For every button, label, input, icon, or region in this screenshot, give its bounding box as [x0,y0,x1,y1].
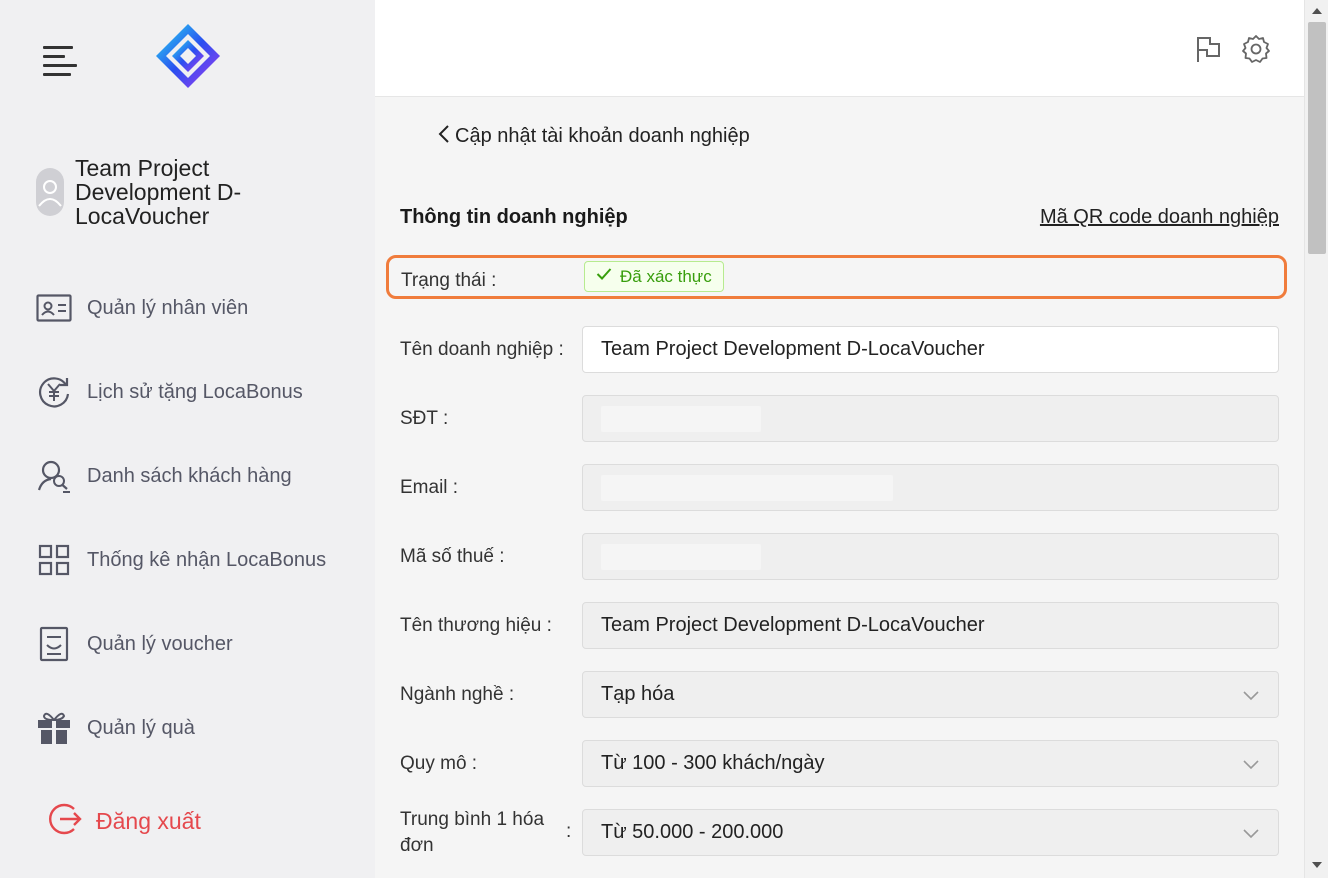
row-industry: Ngành nghề : Tạp hóa [400,671,1280,718]
redacted-value [601,543,761,570]
back-button[interactable]: Cập nhật tài khoản doanh nghiệp [437,124,750,149]
row-email: Email : [400,464,1280,511]
business-name-input[interactable]: Team Project Development D-LocaVoucher [582,326,1279,373]
scale-label: Quy mô [400,752,467,774]
scroll-down-arrow-icon[interactable] [1312,862,1322,868]
row-business-name: Tên doanh nghiệp : Team Project Developm… [400,326,1280,373]
app-logo[interactable] [152,20,224,92]
logout-button[interactable]: Đăng xuất [46,800,201,843]
chevron-down-icon [1242,755,1260,773]
phone-label: SĐT [400,407,438,429]
sidebar: Team Project Development D-LocaVoucher Q… [0,0,375,878]
logout-icon [46,800,84,843]
avg-invoice-select[interactable]: Từ 50.000 - 200.000 [582,809,1279,856]
flag-icon[interactable] [1193,34,1223,64]
avg-invoice-label: Trung bình 1 hóa đơn [400,809,545,856]
row-tax-code: Mã số thuế : [400,533,1280,580]
voucher-icon [34,624,74,664]
business-name-label: Tên doanh nghiệp [400,338,554,360]
sidebar-menu: Quản lý nhân viên Lịch sử tặng LocaBonus… [34,266,364,770]
id-card-icon [34,288,74,328]
industry-label: Ngành nghề [400,683,504,705]
gear-icon[interactable] [1241,34,1271,64]
scroll-up-arrow-icon[interactable] [1312,8,1322,14]
profile-name: Team Project Development D-LocaVoucher [75,155,242,229]
top-header [375,0,1304,97]
brand-name-label: Tên thương hiệu [400,614,542,636]
chevron-left-icon [437,124,451,149]
qr-code-link[interactable]: Mã QR code doanh nghiệp [1040,206,1279,229]
sidebar-item-customers[interactable]: Danh sách khách hàng [34,434,364,518]
check-icon [596,267,612,286]
phone-field[interactable] [582,395,1279,442]
customer-search-icon [34,456,74,496]
tax-code-label: Mã số thuế [400,545,494,567]
email-field[interactable] [582,464,1279,511]
redacted-value [601,474,893,501]
avatar [36,168,64,216]
email-label: Email [400,476,448,498]
sidebar-item-bonus-history[interactable]: Lịch sử tặng LocaBonus [34,350,364,434]
verified-status-badge: Đã xác thực [584,261,724,292]
industry-select[interactable]: Tạp hóa [582,671,1279,718]
status-row: Trạng thái : Đã xác thực [386,255,1287,299]
grid-icon [34,540,74,580]
chevron-down-icon [1242,686,1260,704]
vertical-scrollbar[interactable] [1304,0,1328,878]
gift-icon [34,708,74,748]
yen-history-icon [34,372,74,412]
redacted-value [601,405,761,432]
row-scale: Quy mô : Từ 100 - 300 khách/ngày [400,740,1280,787]
chevron-down-icon [1242,824,1260,842]
scale-select[interactable]: Từ 100 - 300 khách/ngày [582,740,1279,787]
sidebar-item-vouchers[interactable]: Quản lý voucher [34,602,364,686]
scroll-thumb[interactable] [1308,22,1326,254]
sidebar-item-bonus-stats[interactable]: Thống kê nhận LocaBonus [34,518,364,602]
section-title: Thông tin doanh nghiệp [400,206,628,228]
menu-toggle-icon[interactable] [43,46,77,76]
sidebar-item-employees[interactable]: Quản lý nhân viên [34,266,364,350]
row-phone: SĐT : [400,395,1280,442]
user-profile[interactable]: Team Project Development D-LocaVoucher [36,156,285,228]
brand-name-field[interactable]: Team Project Development D-LocaVoucher [582,602,1279,649]
sidebar-item-gifts[interactable]: Quản lý quà [34,686,364,770]
main-content: Cập nhật tài khoản doanh nghiệp Thông ti… [375,98,1304,878]
tax-code-field[interactable] [582,533,1279,580]
status-label: Trạng thái [401,270,486,291]
row-avg-invoice: Trung bình 1 hóa đơn : Từ 50.000 - 200.0… [400,809,1280,856]
row-brand-name: Tên thương hiệu : Team Project Developme… [400,602,1280,649]
page-title: Cập nhật tài khoản doanh nghiệp [455,125,750,147]
